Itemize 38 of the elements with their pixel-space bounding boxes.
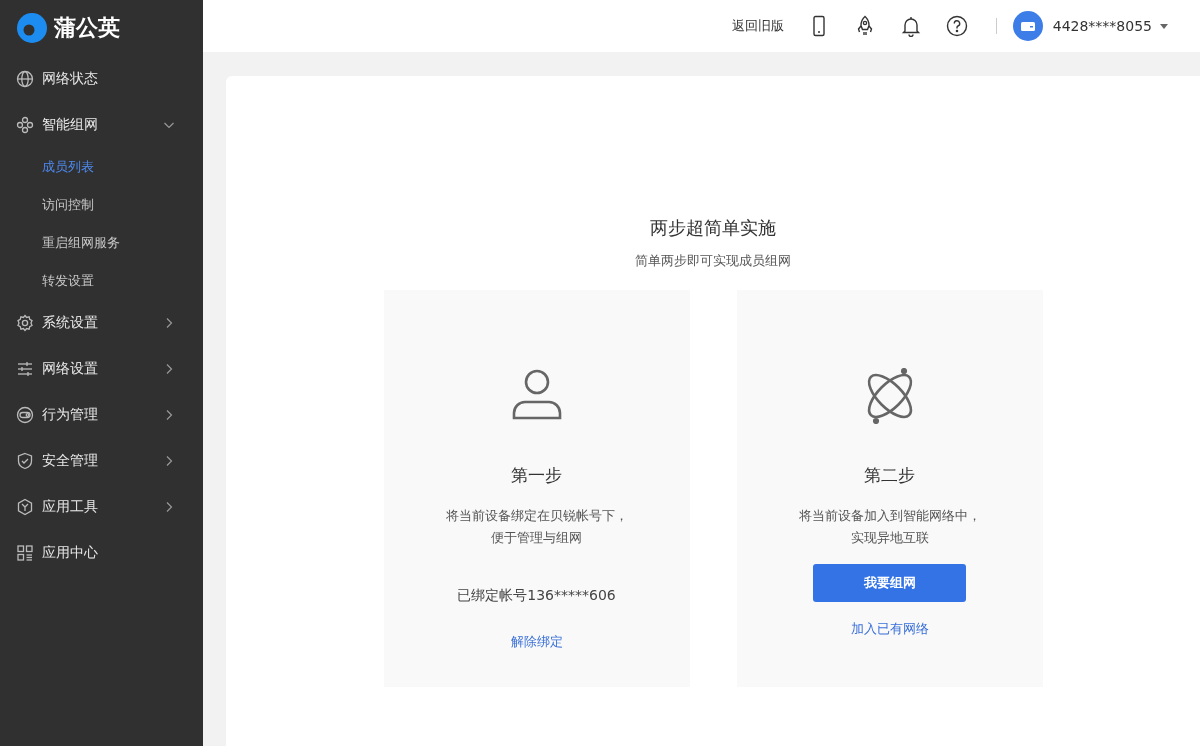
step-description: 将当前设备加入到智能网络中， 实现异地互联 [798,507,981,547]
network-icon [16,116,34,134]
bell-icon[interactable] [899,15,922,37]
gear-icon [16,314,34,332]
step-title: 第一步 [511,464,562,487]
sidebar-item[interactable]: 网络设置 [0,346,203,392]
sidebar-item[interactable]: 应用中心 [0,530,203,576]
create-network-button[interactable]: 我要组网 [813,564,966,602]
submenu-item[interactable]: 转发设置 [0,262,203,300]
step-description: 将当前设备绑定在贝锐帐号下， 便于管理与组网 [445,507,628,547]
unbind-link[interactable]: 解除绑定 [510,633,563,651]
page-subtitle: 简单两步即可实现成员组网 [635,252,791,270]
submenu-item[interactable]: 访问控制 [0,186,203,224]
submenu-item[interactable]: 重启组网服务 [0,224,203,262]
toggle-icon [16,406,34,424]
dropdown-caret-icon[interactable] [1160,23,1168,29]
grid-icon [16,544,34,562]
brand-name: 蒲公英 [54,14,120,42]
hex-icon [16,498,34,516]
bound-account-text: 已绑定帐号136*****606 [457,587,616,605]
shield-icon [16,452,34,470]
join-network-link[interactable]: 加入已有网络 [850,620,929,638]
sliders-icon [16,360,34,378]
sidebar-item[interactable]: 网络状态 [0,56,203,102]
back-link[interactable]: 返回旧版 [731,17,784,35]
sidebar-item[interactable]: 行为管理 [0,392,203,438]
sidebar-item[interactable]: 安全管理 [0,438,203,484]
help-icon[interactable] [945,15,968,37]
sidebar-item[interactable]: 智能组网 [0,102,203,148]
sidebar-item[interactable]: 应用工具 [0,484,203,530]
page-title: 两步超简单实施 [650,216,776,240]
step-title: 第二步 [864,464,915,487]
logo-icon [16,12,48,44]
globe-icon [16,70,34,88]
sidebar-item[interactable]: 系统设置 [0,300,203,346]
submenu-item[interactable]: 成员列表 [0,148,203,186]
account-name[interactable]: 4428****8055 [1052,18,1152,34]
avatar-icon[interactable] [1012,11,1043,41]
